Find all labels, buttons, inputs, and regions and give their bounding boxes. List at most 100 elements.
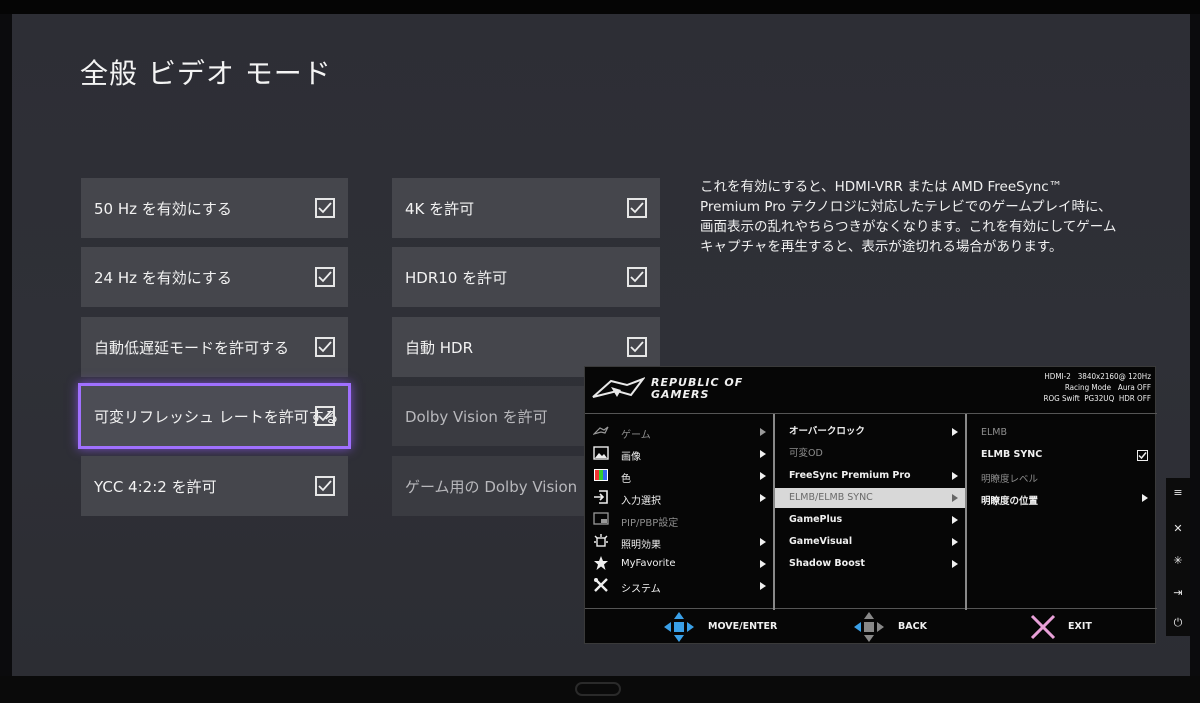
osd-submenu-gamevisual[interactable]: GameVisual [775,532,965,552]
option-label: 自動低遅延モードを許可する [94,338,290,357]
submenu-arrow-icon [952,538,958,546]
option-allow-vrr[interactable]: 可変リフレッシュ レートを許可する [78,383,351,449]
dpad-back-icon [854,612,884,642]
menu-label: 色 [621,474,631,485]
osd-option-elmb-sync[interactable]: ELMB SYNC [981,449,1042,460]
checkbox-checked[interactable] [315,337,335,357]
option-enable-50hz[interactable]: 50 Hz を有効にする [81,178,348,238]
osd-option-elmb[interactable]: ELMB [981,427,1007,438]
rog-brand: REPUBLIC OF GAMERS [651,377,743,401]
checkbox-checked[interactable] [627,337,647,357]
option-allow-ycc422[interactable]: YCC 4:2:2 を許可 [81,456,348,516]
option-label: ゲーム用の Dolby Vision [405,477,578,496]
model-name: PG32UQ [1084,394,1115,403]
menu-label: ELMB SYNC [981,449,1043,460]
checkbox-checked[interactable] [315,406,335,426]
input-icon [594,490,608,504]
tools-icon [594,578,608,592]
menu-label: ELMB/ELMB SYNC [789,492,873,503]
osd-submenu-shadow-boost[interactable]: Shadow Boost [775,554,965,574]
submenu-arrow-icon [1142,494,1148,502]
lighting-icon [594,534,608,547]
color-icon [594,469,608,481]
rog-eye-icon [592,377,645,398]
option-label: 24 Hz を有効にする [94,268,232,287]
monitor-osd-menu: REPUBLIC OF GAMERS HDMI-2 3840x2160@ 120… [584,366,1157,645]
osd-submenu-freesync[interactable]: FreeSync Premium Pro [775,466,965,486]
menu-label: Shadow Boost [789,558,865,569]
option-label: 4K を許可 [405,199,475,218]
submenu-arrow-icon [952,494,958,502]
osd-submenu-variable-od[interactable]: 可変OD [775,444,965,464]
menu-label: ELMB [981,427,1008,438]
close-icon[interactable]: ✕ [1166,516,1190,542]
aura-status: Aura OFF [1117,383,1151,392]
menu-label: 画像 [621,452,641,463]
submenu-arrow-icon [760,494,766,502]
description-line: Premium Pro テクノロジに対応したテレビでのゲームプレイ時に、 [700,199,1112,215]
page-title: 全般 ビデオ モード [80,57,332,90]
brightness-icon[interactable]: ✳ [1166,548,1190,574]
option-label: HDR10 を許可 [405,268,508,287]
checkbox-checked[interactable] [315,267,335,287]
input-source-icon[interactable]: ⇥ [1166,580,1190,606]
option-label: YCC 4:2:2 を許可 [94,477,217,496]
submenu-arrow-icon [760,538,766,546]
monitor-bezel-bottom [0,676,1200,703]
checkbox-checked[interactable] [627,198,647,218]
osd-header: REPUBLIC OF GAMERS HDMI-2 3840x2160@ 120… [585,367,1157,413]
osd-submenu-gameplus[interactable]: GamePlus [775,510,965,530]
menu-label: GamePlus [789,514,843,525]
model-line: ROG Swift [1043,394,1080,403]
checkbox-checked[interactable] [315,476,335,496]
osd-option-clarity-level[interactable]: 明瞭度レベル [981,471,1038,485]
menu-label: PIP/PBP設定 [621,518,679,529]
osd-footer: MOVE/ENTER BACK EXIT [585,609,1157,645]
star-icon [594,556,608,570]
menu-label: 入力選択 [621,496,661,507]
checked-box-icon [1137,450,1148,461]
description-line: キャプチャを再生すると、表示が途切れる場合があります。 [700,239,1063,255]
submenu-arrow-icon [952,560,958,568]
option-label: 50 Hz を有効にする [94,199,232,218]
menu-label: FreeSync Premium Pro [789,470,911,481]
option-label: 可変リフレッシュ レートを許可する [94,407,339,426]
rog-logo-icon [575,682,621,696]
option-allow-4k[interactable]: 4K を許可 [392,178,660,238]
menu-label: MyFavorite [621,558,676,569]
option-enable-24hz[interactable]: 24 Hz を有効にする [81,247,348,307]
hdr-status: HDR OFF [1118,394,1151,403]
menu-label: 明瞭度の位置 [981,496,1039,507]
menu-label: 可変OD [789,448,823,459]
monitor-side-buttons: ≡ ✕ ✳ ⇥ ⏻ [1166,478,1190,636]
move-enter-label: MOVE/ENTER [708,621,778,632]
back-label: BACK [898,621,927,632]
osd-body: ゲーム 画像 色 入力選択 PIP/PBP設定 照明効果 MyFavorite … [585,413,1157,610]
submenu-arrow-icon [952,428,958,436]
submenu-arrow-icon [760,450,766,458]
checkbox-checked[interactable] [627,267,647,287]
checkbox-checked[interactable] [315,198,335,218]
power-icon[interactable]: ⏻ [1166,610,1190,636]
monitor-bezel-top [0,0,1200,14]
osd-option-clarity-position[interactable]: 明瞭度の位置 [981,493,1038,507]
submenu-arrow-icon [760,560,766,568]
option-label: Dolby Vision を許可 [405,407,548,426]
menu-label: ゲーム [621,430,651,441]
osd-submenu-elmb[interactable]: ELMB/ELMB SYNC [775,488,965,508]
exit-label: EXIT [1068,621,1092,632]
brand-line: GAMERS [651,388,710,401]
column-divider [965,414,967,610]
osd-submenu-overclock[interactable]: オーバークロック [775,422,965,442]
option-allow-hdr10[interactable]: HDR10 を許可 [392,247,660,307]
description-line: 画面表示の乱れやちらつきがなくなります。これを有効にしてゲーム [700,219,1117,235]
menu-label: システム [621,584,661,595]
submenu-arrow-icon [952,472,958,480]
option-allow-allm[interactable]: 自動低遅延モードを許可する [81,317,348,377]
menu-label: GameVisual [789,536,853,547]
description-line: これを有効にすると、HDMI-VRR または AMD FreeSync™ [700,179,1063,195]
pip-icon [593,512,609,525]
gamepad-icon [593,426,609,435]
menu-lines-icon[interactable]: ≡ [1166,480,1190,506]
option-description: これを有効にすると、HDMI-VRR または AMD FreeSync™ Pre… [700,177,1130,257]
